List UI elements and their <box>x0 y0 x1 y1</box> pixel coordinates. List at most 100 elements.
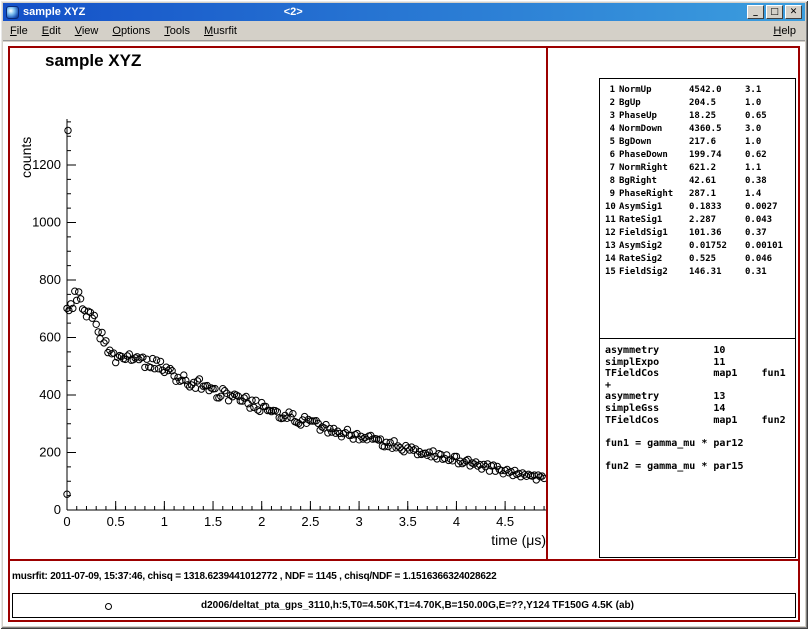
data-point <box>157 358 163 364</box>
y-axis-title: counts <box>18 137 34 178</box>
theory-text: asymmetry 10 simplExpo 11 TFieldCos map1… <box>605 345 790 473</box>
legend-box[interactable]: d2006/deltat_pta_gps_3110,h:5,T0=4.50K,T… <box>12 593 796 618</box>
param-row: 2BgUp204.51.0 <box>600 97 795 110</box>
param-index: 4 <box>605 123 619 136</box>
param-index: 7 <box>605 162 619 175</box>
legend-label: d2006/deltat_pta_gps_3110,h:5,T0=4.50K,T… <box>201 600 634 611</box>
param-row: 10AsymSig10.18330.0027 <box>600 201 795 214</box>
param-error: 0.31 <box>745 266 790 279</box>
plot-svg[interactable]: 00.511.522.533.544.502004006008001000120… <box>10 50 546 559</box>
param-row: 4NormDown4360.53.0 <box>600 123 795 136</box>
close-button[interactable]: ✕ <box>785 5 802 19</box>
param-value: 2.287 <box>689 214 745 227</box>
theory-box[interactable]: asymmetry 10 simplExpo 11 TFieldCos map1… <box>599 338 796 558</box>
x-tick-label: 4 <box>453 514 460 529</box>
data-point <box>74 297 80 303</box>
data-point <box>99 329 105 335</box>
data-point <box>93 321 99 327</box>
param-value: 42.61 <box>689 175 745 188</box>
data-point <box>150 355 156 361</box>
application-window: sample XYZ <2> _ □ ✕ File Edit View Opti… <box>0 0 808 629</box>
data-point <box>243 393 249 399</box>
maximize-button[interactable]: □ <box>766 5 783 19</box>
param-value: 4542.0 <box>689 84 745 97</box>
axes <box>67 119 546 510</box>
param-index: 12 <box>605 227 619 240</box>
menu-item-file[interactable]: File <box>3 22 35 40</box>
param-index: 6 <box>605 149 619 162</box>
param-index: 11 <box>605 214 619 227</box>
param-index: 15 <box>605 266 619 279</box>
menu-item-help[interactable]: Help <box>764 22 805 40</box>
param-name: NormDown <box>619 123 689 136</box>
minimize-icon: _ <box>753 7 758 17</box>
param-value: 621.2 <box>689 162 745 175</box>
param-name: AsymSig2 <box>619 240 689 253</box>
data-point <box>395 443 401 449</box>
menu-item-options[interactable]: Options <box>105 22 157 40</box>
param-error: 1.0 <box>745 136 790 149</box>
y-tick-label: 1200 <box>32 157 61 172</box>
y-tick-label: 400 <box>39 387 61 402</box>
param-box[interactable]: 1NormUp4542.03.12BgUp204.51.03PhaseUp18.… <box>599 78 796 339</box>
param-name: AsymSig1 <box>619 201 689 214</box>
menu-item-view[interactable]: View <box>68 22 106 40</box>
param-row: 8BgRight42.610.38 <box>600 175 795 188</box>
param-error: 1.1 <box>745 162 790 175</box>
x-tick-label: 0.5 <box>107 514 125 529</box>
titlebar[interactable]: sample XYZ <2> _ □ ✕ <box>3 3 805 21</box>
param-error: 1.0 <box>745 97 790 110</box>
data-point <box>144 356 150 362</box>
legend-marker-icon <box>105 603 112 610</box>
minimize-button[interactable]: _ <box>747 5 764 19</box>
param-error: 3.1 <box>745 84 790 97</box>
y-tick-label: 1000 <box>32 215 61 230</box>
menu-item-musrfit[interactable]: Musrfit <box>197 22 244 40</box>
axis-labels: 00.511.522.533.544.502004006008001000120… <box>18 137 546 548</box>
window-title: sample XYZ <box>23 6 85 18</box>
maximize-icon: □ <box>770 7 779 17</box>
param-index: 1 <box>605 84 619 97</box>
param-error: 0.65 <box>745 110 790 123</box>
data-point <box>153 357 159 363</box>
menu-item-tools[interactable]: Tools <box>157 22 197 40</box>
param-index: 14 <box>605 253 619 266</box>
param-row: 12FieldSig1101.360.37 <box>600 227 795 240</box>
param-error: 0.043 <box>745 214 790 227</box>
data-points <box>64 127 546 497</box>
param-row: 9PhaseRight287.11.4 <box>600 188 795 201</box>
param-index: 2 <box>605 97 619 110</box>
pad-divider-vertical <box>546 46 548 561</box>
param-row: 14RateSig20.5250.046 <box>600 253 795 266</box>
data-point <box>290 411 296 417</box>
y-tick-label: 200 <box>39 445 61 460</box>
param-row: 11RateSig12.2870.043 <box>600 214 795 227</box>
param-name: FieldSig2 <box>619 266 689 279</box>
param-value: 204.5 <box>689 97 745 110</box>
data-point <box>76 289 82 295</box>
param-name: NormRight <box>619 162 689 175</box>
app-icon[interactable] <box>6 6 19 19</box>
param-error: 0.38 <box>745 175 790 188</box>
param-index: 10 <box>605 201 619 214</box>
param-name: PhaseUp <box>619 110 689 123</box>
param-value: 287.1 <box>689 188 745 201</box>
window-badge: <2> <box>284 6 303 18</box>
data-point <box>65 127 71 133</box>
param-name: BgUp <box>619 97 689 110</box>
param-error: 0.00101 <box>745 240 790 253</box>
param-value: 101.36 <box>689 227 745 240</box>
x-tick-label: 3 <box>355 514 362 529</box>
param-value: 0.525 <box>689 253 745 266</box>
x-tick-label: 2 <box>258 514 265 529</box>
param-rows: 1NormUp4542.03.12BgUp204.51.03PhaseUp18.… <box>600 84 795 279</box>
param-value: 0.01752 <box>689 240 745 253</box>
param-name: PhaseRight <box>619 188 689 201</box>
y-tick-label: 0 <box>54 502 61 517</box>
param-row: 7NormRight621.21.1 <box>600 162 795 175</box>
x-tick-label: 0 <box>63 514 70 529</box>
param-row: 15FieldSig2146.310.31 <box>600 266 795 279</box>
menu-item-edit[interactable]: Edit <box>35 22 68 40</box>
param-value: 4360.5 <box>689 123 745 136</box>
canvas: sample XYZ 00.511.522.533.544.5020040060… <box>3 42 805 626</box>
